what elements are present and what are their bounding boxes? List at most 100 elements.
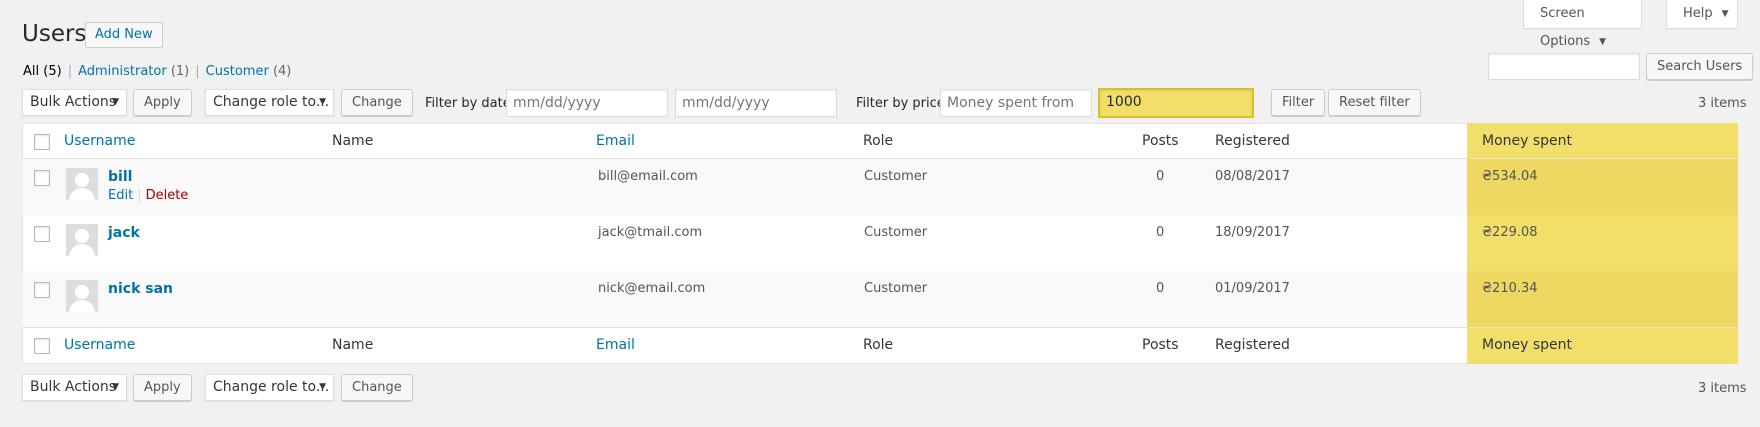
help-button[interactable]: Help ▼ [1666, 0, 1738, 29]
caret-down-icon: ▼ [1721, 9, 1729, 19]
username-link[interactable]: bill [108, 169, 132, 185]
column-posts: Posts [1142, 133, 1179, 149]
username-link[interactable]: nick san [108, 281, 173, 297]
page-title: Users [22, 21, 87, 47]
change-role-button[interactable]: Change [341, 89, 413, 116]
column-registered: Registered [1215, 133, 1290, 149]
money-spent-cell: ₴229.08 [1482, 225, 1538, 240]
registered-cell: 08/08/2017 [1215, 169, 1290, 184]
items-count: 3 items [1698, 96, 1747, 111]
row-checkbox[interactable] [34, 170, 50, 186]
avatar [66, 224, 98, 256]
row-checkbox[interactable] [34, 282, 50, 298]
column-money-spent: Money spent [1482, 133, 1573, 149]
money-spent-cell-bg [1467, 159, 1738, 215]
apply-button-bottom[interactable]: Apply [133, 374, 192, 401]
posts-cell: 0 [1156, 281, 1165, 296]
filter-by-date-label: Filter by date [425, 96, 511, 111]
money-spent-from-input[interactable]: Money spent from [940, 89, 1092, 117]
column-registered: Registered [1215, 337, 1290, 353]
separator: | [67, 64, 73, 79]
change-role-value: Change role to... [213, 94, 330, 110]
table-row: bill Edit | Delete bill@email.com Customer… [22, 159, 1738, 215]
separator: | [195, 64, 200, 79]
bulk-actions-value: Bulk Actions [30, 379, 117, 395]
column-posts: Posts [1142, 337, 1179, 353]
change-role-select-bottom[interactable]: Change role to... ▼ [205, 374, 334, 401]
column-email[interactable]: Email [596, 337, 635, 353]
column-money-spent: Money spent [1482, 337, 1573, 353]
email-link[interactable]: jack@tmail.com [598, 225, 702, 240]
view-customer-label: Customer [205, 64, 269, 79]
avatar [66, 168, 98, 200]
change-role-value: Change role to... [213, 379, 330, 395]
table-header: Username Name Email Role Posts Registere… [22, 123, 1736, 159]
column-email[interactable]: Email [596, 133, 635, 149]
column-name: Name [332, 133, 374, 149]
apply-button[interactable]: Apply [133, 89, 192, 116]
caret-down-icon: ▼ [319, 97, 326, 107]
avatar [66, 280, 98, 312]
money-spent-cell-bg [1467, 271, 1738, 327]
email-link[interactable]: bill@email.com [598, 169, 698, 184]
view-administrator-count: (1) [170, 64, 190, 79]
users-table-content: Username Name Email Role Posts Registere… [22, 123, 1738, 364]
change-role-button-bottom[interactable]: Change [341, 374, 413, 401]
view-customer[interactable]: Customer (4) [206, 64, 292, 79]
delete-link[interactable]: Delete [146, 188, 189, 203]
money-spent-cell: ₴534.04 [1482, 169, 1538, 184]
date-from-input[interactable]: mm/dd/yyyy [506, 89, 668, 117]
reset-filter-button[interactable]: Reset filter [1328, 89, 1421, 116]
caret-down-icon: ▼ [319, 382, 326, 392]
caret-down-icon: ▼ [1599, 37, 1607, 47]
role-cell: Customer [864, 225, 928, 240]
registered-cell: 01/09/2017 [1215, 281, 1290, 296]
user-role-views: All (5) | Administrator (1) | Customer (4) [23, 64, 291, 79]
bulk-actions-select[interactable]: Bulk Actions ▼ [22, 89, 127, 116]
username-link[interactable]: jack [108, 225, 140, 241]
column-role: Role [863, 133, 894, 149]
column-role: Role [863, 337, 894, 353]
row-actions: Edit | Delete [108, 188, 188, 203]
role-cell: Customer [864, 169, 928, 184]
help-label: Help [1683, 6, 1713, 21]
column-name: Name [332, 337, 374, 353]
view-administrator-label: Administrator [78, 64, 167, 79]
screen-options-label: Screen Options [1540, 6, 1591, 49]
view-administrator[interactable]: Administrator (1) [78, 64, 189, 79]
caret-down-icon: ▼ [112, 382, 119, 392]
registered-cell: 18/09/2017 [1215, 225, 1290, 240]
select-all-checkbox[interactable] [34, 134, 50, 150]
posts-cell: 0 [1156, 169, 1165, 184]
filter-button[interactable]: Filter [1271, 89, 1326, 116]
email-link[interactable]: nick@email.com [598, 281, 705, 296]
select-all-checkbox[interactable] [34, 338, 50, 354]
money-spent-to-input[interactable]: 1000 [1098, 88, 1254, 118]
column-username[interactable]: Username [64, 133, 135, 149]
screen-options-button[interactable]: Screen Options ▼ [1523, 0, 1642, 49]
view-customer-count: (4) [272, 64, 292, 79]
change-role-select[interactable]: Change role to... ▼ [205, 89, 334, 116]
date-to-input[interactable]: mm/dd/yyyy [675, 89, 837, 117]
add-new-button[interactable]: Add New [85, 22, 163, 48]
table-footer: Username Name Email Role Posts Registere… [22, 327, 1736, 363]
caret-down-icon: ▼ [112, 97, 119, 107]
posts-cell: 0 [1156, 225, 1165, 240]
row-checkbox[interactable] [34, 226, 50, 242]
filter-by-price-label: Filter by price [856, 96, 945, 111]
table-row: jack jack@tmail.com Customer 0 18/09/201… [22, 215, 1736, 271]
search-users-button[interactable]: Search Users [1646, 53, 1754, 80]
items-count-bottom: 3 items [1698, 381, 1747, 396]
view-all-count: (5) [43, 64, 62, 79]
view-all-label: All [23, 64, 40, 79]
edit-link[interactable]: Edit [108, 188, 133, 203]
role-cell: Customer [864, 281, 928, 296]
bulk-actions-value: Bulk Actions [30, 94, 117, 110]
table-row: nick san nick@email.com Customer 0 01/09… [22, 271, 1738, 327]
search-input[interactable] [1488, 53, 1640, 80]
separator: | [137, 188, 142, 203]
money-spent-cell: ₴210.34 [1482, 281, 1538, 296]
bulk-actions-select-bottom[interactable]: Bulk Actions ▼ [22, 374, 127, 401]
view-all[interactable]: All (5) [23, 64, 62, 79]
column-username[interactable]: Username [64, 337, 135, 353]
